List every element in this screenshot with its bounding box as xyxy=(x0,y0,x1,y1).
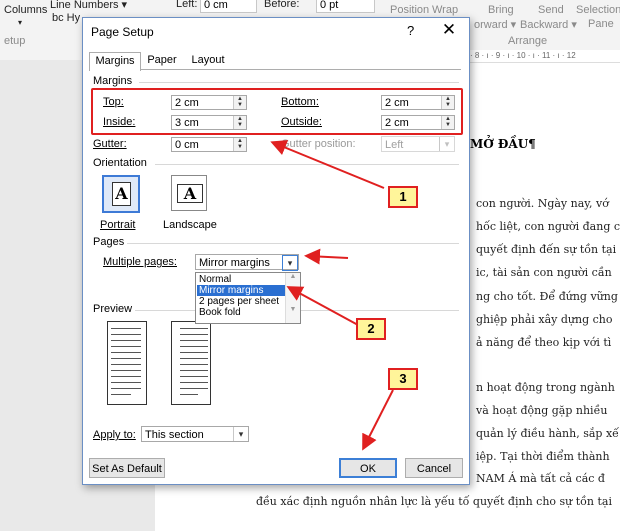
arrow-1 xyxy=(270,140,385,189)
tab-margins[interactable]: Margins xyxy=(89,52,141,71)
arrow-2 xyxy=(286,286,359,326)
arrow-to-select xyxy=(304,248,349,265)
callout-1: 1 xyxy=(388,186,418,208)
arrow-3 xyxy=(362,389,394,451)
callout-3: 3 xyxy=(388,368,418,390)
annotation-arrows xyxy=(270,140,394,451)
callout-2: 2 xyxy=(356,318,386,340)
